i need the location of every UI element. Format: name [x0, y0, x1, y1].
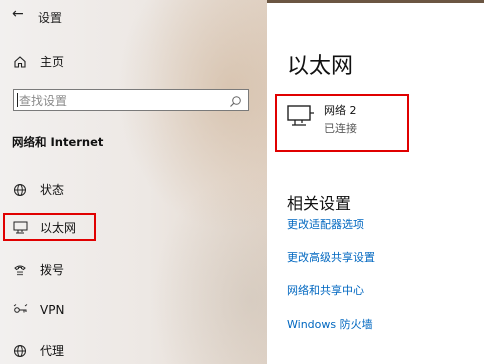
sidebar-item-dialup[interactable]: 拨号 [12, 261, 64, 278]
change-adapter-options-link[interactable]: 更改适配器选项 [287, 216, 364, 232]
sidebar-item-label: 代理 [40, 344, 65, 358]
network-name: 网络 2 [324, 104, 357, 117]
windows-firewall-link[interactable]: Windows 防火墙 [287, 316, 373, 332]
change-advanced-sharing-link[interactable]: 更改高级共享设置 [287, 249, 375, 265]
search-input[interactable] [14, 91, 224, 111]
section-title: 网络和 Internet [12, 135, 104, 149]
ethernet-icon [12, 219, 28, 235]
phone-icon [12, 262, 28, 278]
network-sharing-center-link[interactable]: 网络和共享中心 [287, 282, 364, 298]
sidebar-item-status[interactable]: 状态 [12, 181, 64, 198]
page-title: 以太网 [287, 54, 354, 79]
sidebar-item-vpn[interactable]: VPN [12, 302, 64, 318]
sidebar-item-label: 拨号 [40, 263, 65, 277]
ethernet-page: 以太网 网络 2 已连接 相关设置 更改适配器选项 更改高级共享设置 网络和共享… [267, 0, 484, 364]
back-button[interactable]: ← [12, 6, 24, 22]
sidebar-item-label: 状态 [40, 183, 65, 197]
settings-title: 设置 [38, 11, 63, 25]
home-label: 主页 [40, 55, 65, 69]
sidebar-item-label: 以太网 [40, 220, 77, 235]
home-nav-item[interactable]: 主页 [12, 53, 64, 70]
sidebar-item-label: VPN [40, 303, 65, 317]
sidebar-item-proxy[interactable]: 代理 [12, 342, 64, 359]
settings-sidebar: ← 设置 主页 网络和 Internet 状态 以太网 拨号 [0, 0, 267, 364]
home-icon [12, 54, 28, 70]
text-cursor [17, 93, 18, 107]
window-top-edge [267, 0, 484, 3]
related-settings-title: 相关设置 [287, 194, 352, 213]
vpn-icon [12, 302, 28, 318]
search-box[interactable] [13, 89, 249, 111]
globe-icon [12, 343, 28, 359]
ethernet-icon [287, 104, 315, 132]
globe-icon [12, 182, 28, 198]
network-status: 已连接 [324, 122, 357, 135]
network-connection-card[interactable]: 网络 2 已连接 [275, 94, 409, 152]
sidebar-item-ethernet[interactable]: 以太网 [3, 213, 96, 241]
search-icon[interactable] [229, 93, 242, 112]
